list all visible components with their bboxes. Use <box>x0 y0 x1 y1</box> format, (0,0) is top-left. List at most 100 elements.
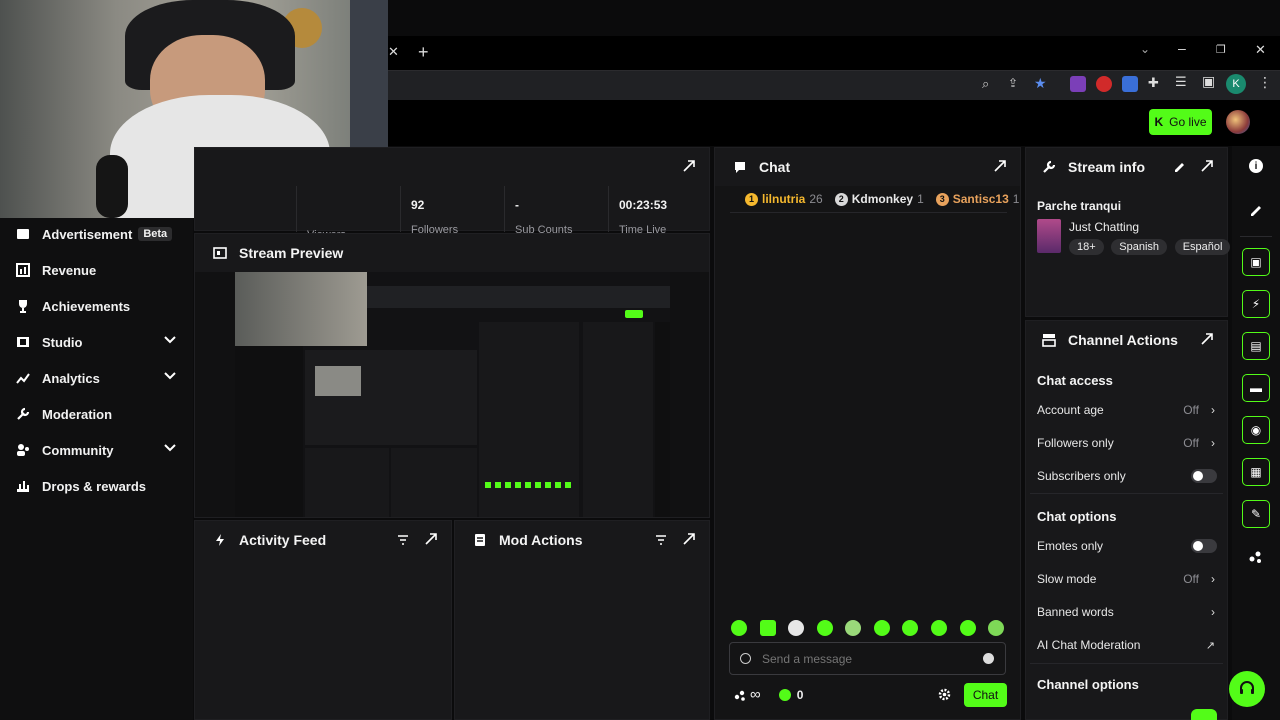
menu-kebab-icon[interactable]: ⋮ <box>1258 74 1272 91</box>
rail-stream-info-button[interactable]: ✎ <box>1242 500 1270 528</box>
extension-icon[interactable] <box>1096 76 1112 92</box>
top-chatter[interactable]: 1 lilnutria 26 <box>745 192 823 206</box>
stream-preview-video <box>235 272 670 517</box>
translate-extension-icon[interactable] <box>1122 76 1138 92</box>
row-label: Followers only <box>1037 436 1114 450</box>
rail-mod-actions-button[interactable]: ▤ <box>1242 332 1270 360</box>
tab-search-chevron-icon[interactable]: ⌄ <box>1140 42 1150 56</box>
info-icon[interactable]: i <box>1249 159 1263 173</box>
points-icon[interactable] <box>1249 550 1263 567</box>
sidebar-item-studio[interactable]: Studio <box>16 330 181 354</box>
chevron-down-icon[interactable] <box>163 333 177 350</box>
ai-chat-moderation-row[interactable]: AI Chat Moderation ↗ <box>1037 635 1217 655</box>
emote-icon[interactable] <box>731 620 747 636</box>
video-icon <box>213 246 227 260</box>
row-value: Off <box>1183 436 1199 450</box>
puzzle-icon[interactable]: ✚ <box>1148 75 1159 91</box>
top-chatter[interactable]: 3 Santisc13 1 <box>935 192 1019 206</box>
browser-toolbar: ⌕ ⇪ ★ <box>388 70 1280 100</box>
screen-icon: ▣ <box>1250 255 1262 269</box>
rail-broadcast-button[interactable]: ◉ <box>1242 416 1270 444</box>
chat-input-box[interactable] <box>729 642 1006 675</box>
emote-icon[interactable] <box>988 620 1004 636</box>
sidebar-item-drops-rewards[interactable]: Drops & rewards <box>16 474 181 498</box>
row-label: Emotes only <box>1037 539 1104 553</box>
account-age-row[interactable]: Account age Off › <box>1037 400 1217 420</box>
rail-activity-feed-button[interactable]: ⚡ <box>1242 290 1270 318</box>
edit-pencil-icon[interactable] <box>1249 202 1263 219</box>
filter-icon[interactable] <box>397 534 409 549</box>
restore-icon[interactable]: ❐ <box>1216 43 1226 56</box>
divider <box>1030 663 1223 664</box>
document-icon: ▤ <box>1250 339 1262 353</box>
bolt-icon <box>213 533 227 547</box>
emote-icon[interactable] <box>960 620 976 636</box>
subscribers-only-toggle[interactable] <box>1191 469 1217 483</box>
slow-mode-row[interactable]: Slow mode Off › <box>1037 569 1217 589</box>
sidebar-item-advertisement[interactable]: Advertisement Beta <box>16 222 181 246</box>
chevron-right-icon: › <box>1211 572 1215 586</box>
share-icon[interactable]: ⇪ <box>1008 76 1018 90</box>
stat-followers: 92 Followers <box>400 186 504 236</box>
popout-icon[interactable] <box>1201 160 1213 172</box>
chevron-down-icon[interactable] <box>163 441 177 458</box>
chat-message-input[interactable] <box>762 649 972 669</box>
banned-words-row[interactable]: Banned words › <box>1037 602 1217 622</box>
extension-icon[interactable] <box>1070 76 1086 92</box>
row-label: Subscribers only <box>1037 469 1126 483</box>
go-live-button[interactable]: K Go live <box>1149 109 1212 135</box>
sidebar-item-revenue[interactable]: Revenue <box>16 258 181 282</box>
side-panel-icon[interactable]: ▣ <box>1202 73 1215 90</box>
popout-icon[interactable] <box>994 160 1006 172</box>
emote-icon[interactable] <box>760 620 776 636</box>
panel-header: Stream info <box>1026 148 1227 186</box>
rail-chat-button[interactable]: ▬ <box>1242 374 1270 402</box>
gear-icon[interactable] <box>938 688 951 701</box>
user-avatar[interactable] <box>1226 110 1250 134</box>
rail-stream-preview-button[interactable]: ▣ <box>1242 248 1270 276</box>
popout-icon[interactable] <box>1201 333 1213 345</box>
emote-icon[interactable] <box>845 620 861 636</box>
channel-option-toggle[interactable] <box>1191 709 1217 720</box>
new-tab-button[interactable]: + <box>418 42 429 63</box>
edit-pencil-icon[interactable] <box>1173 160 1185 175</box>
popout-icon[interactable] <box>683 533 695 545</box>
popout-icon[interactable] <box>683 160 695 172</box>
support-button[interactable] <box>1229 671 1265 707</box>
rail-channel-actions-button[interactable]: ▦ <box>1242 458 1270 486</box>
section-title: Channel options <box>1037 677 1139 692</box>
zoom-icon[interactable]: ⌕ <box>982 76 989 92</box>
profile-avatar[interactable]: K <box>1226 74 1246 94</box>
row-label: Slow mode <box>1037 572 1097 586</box>
emote-icon[interactable] <box>788 620 804 636</box>
emote-icon[interactable] <box>931 620 947 636</box>
sidebar-item-moderation[interactable]: Moderation <box>16 402 181 426</box>
sidebar-item-community[interactable]: Community <box>16 438 181 462</box>
close-tab-icon[interactable]: ✕ <box>388 44 399 60</box>
emote-icon[interactable] <box>817 620 833 636</box>
emote-icon[interactable] <box>902 620 918 636</box>
gift-icon <box>16 479 30 493</box>
chart-icon <box>16 263 30 277</box>
bookmark-star-icon[interactable]: ★ <box>1034 75 1047 92</box>
stat-value: - <box>515 198 519 212</box>
minimize-icon[interactable]: – <box>1178 40 1186 56</box>
sidebar-item-label: Studio <box>42 334 83 350</box>
followers-only-row[interactable]: Followers only Off › <box>1037 433 1217 453</box>
filter-icon[interactable] <box>655 534 667 549</box>
chevron-right-icon: › <box>1211 605 1215 619</box>
top-chatter[interactable]: 2 Kdmonkey 1 <box>834 192 924 206</box>
sidebar-item-label: Drops & rewards <box>42 478 147 494</box>
emoji-icon[interactable] <box>983 653 994 664</box>
chevron-down-icon[interactable] <box>163 369 177 386</box>
window-close-icon[interactable]: ✕ <box>1255 42 1266 58</box>
emote-icon[interactable] <box>874 620 890 636</box>
emotes-only-toggle[interactable] <box>1191 539 1217 553</box>
sidebar-item-achievements[interactable]: Achievements <box>16 294 181 318</box>
sidebar-item-analytics[interactable]: Analytics <box>16 366 181 390</box>
media-icon[interactable]: ☰ <box>1175 74 1187 90</box>
send-chat-button[interactable]: Chat <box>964 683 1007 707</box>
panel-header: Mod Actions <box>455 521 709 559</box>
points-icon[interactable] <box>734 689 746 701</box>
popout-icon[interactable] <box>425 533 437 545</box>
